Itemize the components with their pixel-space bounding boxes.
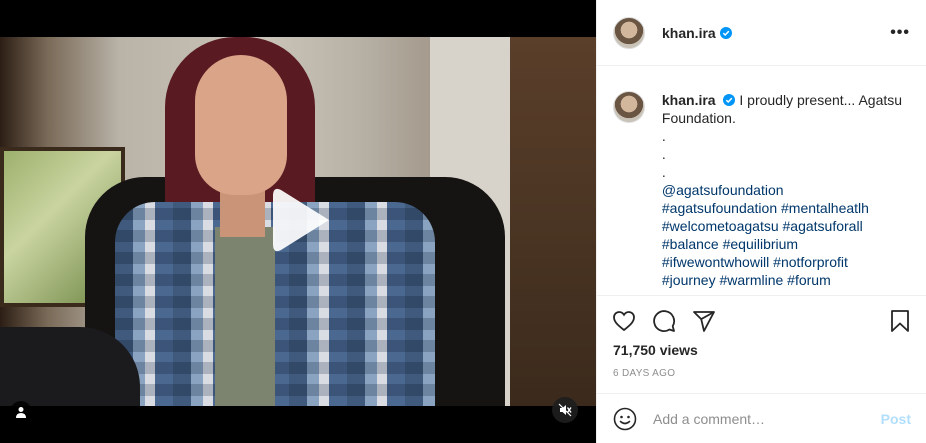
post-sidebar: khan.ira ••• khan.ira I proudly present.…: [596, 0, 926, 443]
hashtag-line[interactable]: #welcometoagatsu #agatsuforall: [662, 217, 911, 235]
muted-speaker-icon[interactable]: [552, 397, 578, 423]
caption-dot: .: [661, 128, 666, 144]
post-header: khan.ira •••: [597, 0, 926, 66]
heart-icon[interactable]: [611, 308, 637, 334]
caption-avatar[interactable]: [613, 91, 645, 123]
mention-link[interactable]: @agatsufoundation: [662, 181, 911, 199]
hashtag-line[interactable]: #ifwewontwhowill #notforprofit: [662, 253, 911, 271]
caption-dot: .: [661, 164, 666, 180]
caption-body: khan.ira I proudly present... Agatsu Fou…: [662, 91, 911, 295]
comment-input[interactable]: [653, 410, 881, 427]
hashtag-line[interactable]: #agatsufoundation #mentalheatlh: [662, 199, 911, 217]
user-icon[interactable]: [10, 401, 32, 423]
hashtag-line[interactable]: #journey #warmline #forum: [662, 271, 911, 289]
play-icon[interactable]: [263, 184, 335, 256]
post-date[interactable]: 6 DAYS AGO: [613, 368, 675, 379]
caption: khan.ira I proudly present... Agatsu Fou…: [597, 67, 926, 296]
action-bar: [597, 306, 926, 336]
post-button[interactable]: Post: [881, 411, 911, 427]
verified-badge-icon: [723, 94, 736, 106]
share-icon[interactable]: [691, 308, 717, 334]
person-face: [195, 55, 287, 195]
hashtag-line[interactable]: #balance #equilibrium: [662, 235, 911, 253]
emoji-icon[interactable]: [613, 407, 637, 431]
caption-dot: .: [661, 146, 666, 162]
view-count[interactable]: 71,750 views: [613, 342, 698, 358]
header-username[interactable]: khan.ira: [662, 25, 716, 41]
video-player[interactable]: [0, 0, 596, 443]
verified-badge-icon: [719, 26, 732, 39]
comment-icon[interactable]: [651, 308, 677, 334]
bookmark-icon[interactable]: [887, 308, 913, 334]
caption-username[interactable]: khan.ira: [662, 92, 716, 108]
background-door: [510, 37, 596, 406]
more-options-icon[interactable]: •••: [890, 24, 910, 42]
avatar[interactable]: [613, 16, 645, 49]
comment-bar: Post: [597, 393, 926, 443]
